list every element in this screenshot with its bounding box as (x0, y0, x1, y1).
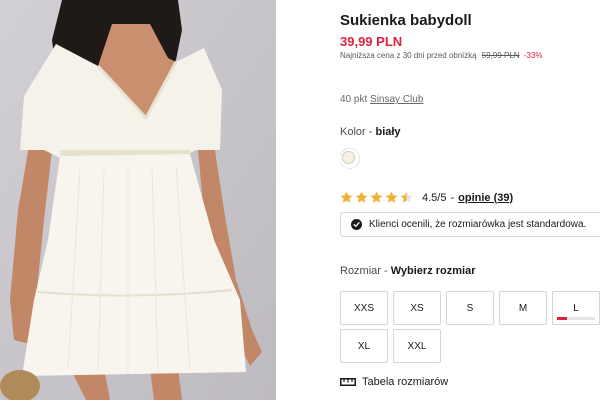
color-label: Kolor - biały (340, 126, 401, 138)
rating-row: 4.5/5 - opinie (39) (340, 191, 513, 204)
size-option-label: XS (410, 302, 424, 314)
size-guide-link[interactable]: Tabela rozmiarów (340, 376, 448, 388)
lowest-price-label: Najniższa cena z 30 dni przed obniżką (340, 51, 477, 60)
discount-badge: -33% (523, 51, 543, 60)
size-option-m[interactable]: M (499, 291, 547, 325)
size-option-label: S (466, 302, 474, 314)
lowest-price-info: Najniższa cena z 30 dni przed obniżką 59… (340, 51, 543, 60)
size-option-label: M (518, 302, 528, 314)
star-icon (370, 191, 383, 203)
star-icon (400, 191, 413, 203)
star-icon (385, 191, 398, 203)
rating-separator: - (450, 191, 455, 204)
old-price: 59,99 PLN (481, 51, 520, 60)
size-option-xxl[interactable]: XXL (393, 329, 441, 363)
points-text: 40 pkt (340, 94, 368, 105)
check-icon (351, 219, 362, 230)
size-label-text: Rozmiar - (340, 265, 388, 277)
size-option-xs[interactable]: XS (393, 291, 441, 325)
size-guide-label: Tabela rozmiarów (362, 376, 449, 388)
fit-info-text: Klienci ocenili, że rozmiarówka jest sta… (369, 219, 587, 230)
star-icon (355, 191, 368, 203)
low-stock-indicator (557, 317, 595, 320)
product-photo[interactable] (0, 0, 276, 400)
size-option-label: XXS (353, 302, 374, 314)
rating-stars (340, 191, 413, 204)
loyalty-points: 40 pkt Sinsay Club (340, 94, 423, 105)
size-option-xl[interactable]: XL (340, 329, 388, 363)
sinsay-club-link[interactable]: Sinsay Club (370, 94, 423, 105)
product-price: 39,99 PLN (340, 34, 403, 49)
size-option-label: XL (357, 340, 371, 352)
color-label-text: Kolor - (340, 126, 373, 138)
size-option-s[interactable]: S (446, 291, 494, 325)
size-label: Rozmiar - Wybierz rozmiar (340, 265, 476, 277)
rating-score: 4.5/5 (422, 191, 447, 204)
fit-info-badge: Klienci ocenili, że rozmiarówka jest sta… (340, 212, 600, 237)
size-option-label: L (573, 302, 579, 314)
size-option-label: XXL (407, 340, 427, 352)
size-option-xxs[interactable]: XXS (340, 291, 388, 325)
color-value: biały (375, 126, 401, 138)
size-prompt: Wybierz rozmiar (390, 265, 476, 277)
ruler-icon (340, 378, 356, 386)
product-title: Sukienka babydoll (340, 12, 472, 29)
size-option-l[interactable]: L (552, 291, 600, 325)
product-image (0, 0, 276, 400)
reviews-link[interactable]: opinie (39) (458, 192, 513, 204)
color-swatch-white[interactable] (340, 148, 360, 169)
star-icon (340, 191, 353, 203)
product-details: Sukienka babydoll 39,99 PLN Najniższa ce… (340, 0, 600, 400)
